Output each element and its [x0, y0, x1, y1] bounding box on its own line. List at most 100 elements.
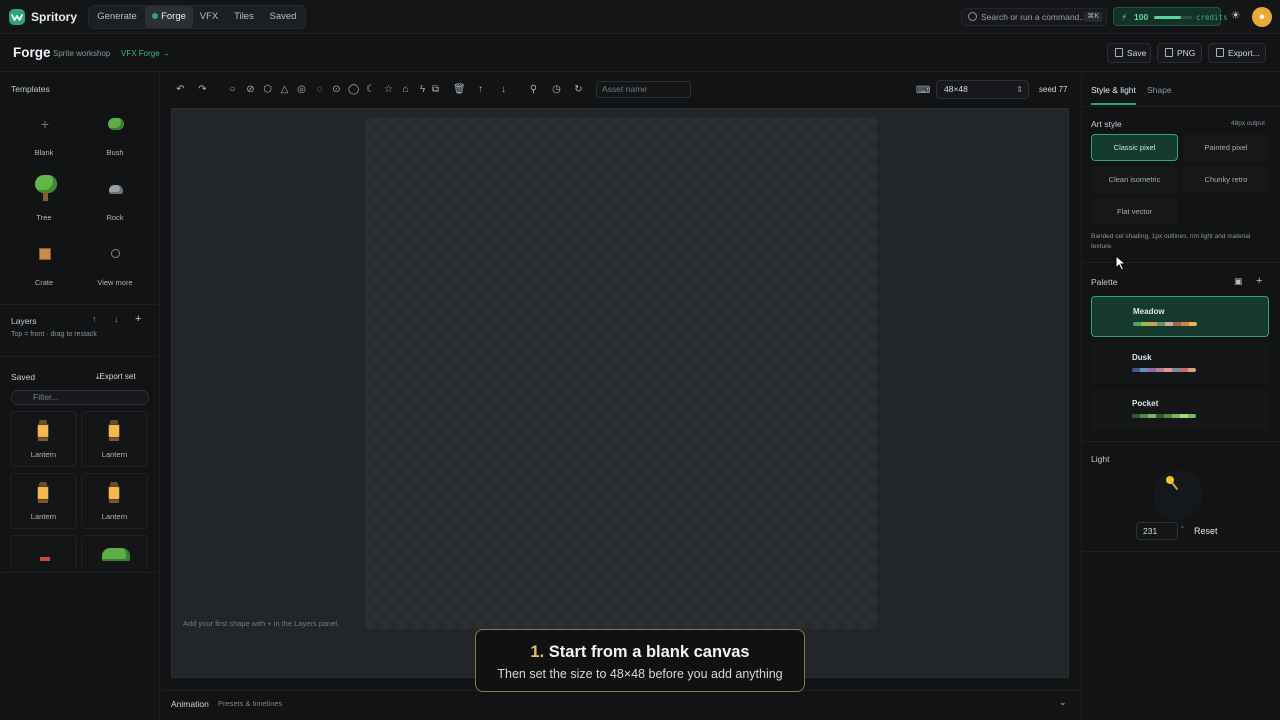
palette-swatch: [1157, 322, 1165, 326]
style-option-clean-isometric[interactable]: Clean isometric: [1091, 166, 1178, 193]
output-size-label: 48px output: [1231, 120, 1265, 127]
png-button[interactable]: PNG: [1157, 43, 1202, 63]
triangle-tool-icon[interactable]: △: [279, 84, 290, 95]
sprite-thumbnail-icon: [40, 557, 50, 561]
credits-meter-fill: [1154, 16, 1181, 19]
palette-swatch: [1156, 414, 1164, 418]
image-palette-icon[interactable]: ▣: [1234, 276, 1243, 287]
saved-item[interactable]: Lantern: [10, 411, 77, 467]
saved-item[interactable]: [10, 535, 77, 572]
template-crate[interactable]: Crate: [9, 238, 79, 300]
saved-item[interactable]: Lantern: [10, 473, 77, 529]
tab-shape[interactable]: Shape: [1147, 85, 1172, 95]
palette-name: Dusk: [1132, 353, 1152, 362]
ellipse-tool-icon[interactable]: ◯: [348, 84, 359, 95]
canvas-size-select[interactable]: 48×48 ⇕: [936, 80, 1029, 99]
ring-tool-icon[interactable]: ◌: [314, 84, 325, 95]
cube-tool-icon[interactable]: ⬡: [262, 84, 273, 95]
redo-icon[interactable]: ↷: [197, 84, 208, 95]
active-tab-indicator: [1091, 103, 1136, 105]
export-button[interactable]: Export...: [1208, 43, 1266, 63]
export-set-button[interactable]: ⤓Export set: [96, 372, 136, 382]
theme-toggle-icon[interactable]: ☀: [1229, 10, 1242, 23]
template-blank[interactable]: + Blank: [9, 108, 79, 170]
active-dot-icon: [152, 13, 159, 19]
palette-swatch: [1189, 322, 1197, 326]
history-icon[interactable]: ◷: [551, 84, 562, 95]
bring-forward-icon[interactable]: ↑: [475, 84, 486, 95]
style-option-flat-vector[interactable]: Flat vector: [1091, 198, 1178, 225]
palette-swatches: [1133, 322, 1197, 326]
chevron-down-icon[interactable]: ⌄: [1059, 697, 1067, 708]
credits-label: credits: [1196, 13, 1228, 22]
trash-icon[interactable]: 🗑: [453, 84, 466, 95]
asset-name-input[interactable]: Asset name: [596, 81, 691, 98]
palette-dusk[interactable]: Dusk: [1091, 343, 1269, 384]
template-view-more[interactable]: View more: [80, 238, 150, 300]
duplicate-icon[interactable]: ⧉: [430, 84, 441, 95]
download-icon: [1165, 48, 1173, 57]
saved-item[interactable]: Lantern: [81, 411, 148, 467]
saved-item[interactable]: [81, 535, 148, 572]
send-backward-icon[interactable]: ↓: [498, 84, 509, 95]
keyboard-icon[interactable]: ⌨: [916, 85, 930, 96]
palette-pocket[interactable]: Pocket: [1091, 389, 1269, 430]
moon-tool-icon[interactable]: ☾: [365, 84, 376, 95]
palette-swatch: [1132, 414, 1140, 418]
command-search[interactable]: Search or run a command... ⌘K: [961, 8, 1107, 26]
template-rock[interactable]: Rock: [80, 173, 150, 235]
credits-badge[interactable]: ⚡ 100 credits: [1113, 7, 1228, 26]
saved-filter-input[interactable]: Filter...: [11, 390, 149, 405]
nav-generate[interactable]: Generate: [91, 6, 143, 28]
nav-forge-label: Forge: [161, 11, 186, 22]
save-button[interactable]: Save: [1107, 43, 1151, 63]
add-layer-icon[interactable]: +: [135, 313, 141, 325]
palette-meadow[interactable]: Meadow: [1091, 296, 1269, 337]
nav-vfx[interactable]: VFX: [195, 6, 223, 28]
tab-style-light[interactable]: Style & light: [1091, 85, 1136, 95]
reset-icon[interactable]: ↻: [573, 84, 584, 95]
color-picker-icon[interactable]: ⚲: [528, 84, 539, 95]
vfx-forge-link[interactable]: VFX Forge →: [121, 49, 170, 58]
undo-icon[interactable]: ↶: [175, 84, 186, 95]
crate-icon: [35, 244, 55, 264]
lantern-icon: [36, 482, 50, 504]
link-tool-icon[interactable]: ⊘: [245, 84, 256, 95]
toast-step: 1.: [530, 643, 545, 661]
light-angle-input[interactable]: 231: [1136, 522, 1178, 540]
toast-title: 1. Start from a blank canvas: [476, 643, 804, 662]
sprite-canvas[interactable]: [365, 117, 877, 629]
move-layer-up-icon[interactable]: ↑: [92, 314, 97, 324]
nav-saved[interactable]: Saved: [264, 6, 302, 28]
palette-swatches: [1132, 368, 1196, 372]
canvas-area[interactable]: Add your first shape with + in the Layer…: [171, 108, 1069, 678]
page-subtitle: Sprite workshop: [53, 49, 111, 58]
light-reset-button[interactable]: Reset: [1194, 526, 1218, 536]
circle-tool-icon[interactable]: ○: [227, 84, 238, 95]
avatar[interactable]: ☻: [1252, 7, 1272, 27]
nav-forge[interactable]: Forge: [145, 6, 193, 28]
light-direction-dial[interactable]: [1153, 470, 1203, 520]
palette-swatch: [1140, 368, 1148, 372]
add-palette-icon[interactable]: +: [1256, 275, 1262, 287]
divider: [1081, 262, 1280, 263]
template-bush[interactable]: Bush: [80, 108, 150, 170]
bolt-tool-icon[interactable]: ϟ: [417, 84, 428, 95]
bell-tool-icon[interactable]: ⌂: [400, 84, 411, 95]
bush-icon: [106, 114, 126, 134]
star-tool-icon[interactable]: ☆: [383, 84, 394, 95]
saved-item-label: Lantern: [101, 512, 128, 521]
saved-item[interactable]: Lantern: [81, 473, 148, 529]
palette-swatch: [1180, 414, 1188, 418]
nav-tiles[interactable]: Tiles: [227, 6, 261, 28]
template-tree[interactable]: Tree: [9, 173, 79, 235]
style-option-chunky-retro[interactable]: Chunky retro: [1183, 166, 1269, 193]
style-option-painted-pixel[interactable]: Painted pixel: [1183, 134, 1269, 161]
move-layer-down-icon[interactable]: ↓: [114, 314, 119, 324]
style-option-classic-pixel[interactable]: Classic pixel: [1091, 134, 1178, 161]
dot-tool-icon[interactable]: ⊙: [331, 84, 342, 95]
animation-bar[interactable]: [161, 690, 1080, 720]
target-tool-icon[interactable]: ◎: [296, 84, 307, 95]
divider: [1081, 551, 1280, 552]
light-direction-handle[interactable]: [1166, 476, 1174, 484]
